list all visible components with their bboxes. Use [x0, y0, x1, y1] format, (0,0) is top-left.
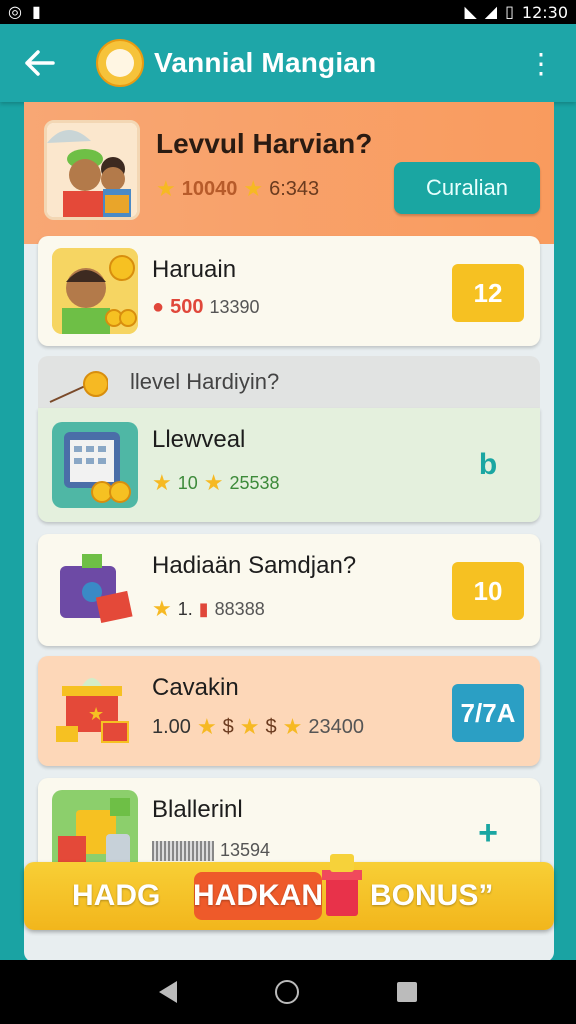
status-time: 12:30	[521, 2, 568, 22]
item-stat-2: 88388	[214, 598, 265, 619]
bonus-banner[interactable]: HADG HADKAN BONUS”	[24, 854, 554, 930]
nav-back-icon[interactable]	[159, 981, 177, 1003]
list-item[interactable]: Haruain ● 500 13390 12	[38, 236, 540, 346]
system-nav-bar	[0, 960, 576, 1024]
star-icon: ★	[156, 176, 176, 201]
item-title: Haruain	[152, 256, 237, 283]
item-badge-button[interactable]: 10	[452, 562, 524, 620]
banner-text-center: HADKAN	[193, 872, 323, 920]
item-stat-2: 25538	[229, 472, 280, 493]
list-item[interactable]: ★ Cavakin 1.00 ★ $ ★ $ ★ 23400 7/7A	[38, 656, 540, 766]
item-stats: ★ 10 ★ 25538	[152, 470, 280, 496]
item-icon: ★	[52, 666, 138, 752]
star-icon: ★	[239, 714, 260, 739]
section-header: llevel Hardiyin?	[38, 356, 540, 408]
list-item[interactable]: Hadiaän Samdjan? ★ 1. ▮ 88388 10	[38, 534, 540, 646]
star-icon: ★	[243, 176, 264, 201]
overflow-menu-button[interactable]: ⋮	[526, 47, 556, 80]
item-stat-1: 1.	[177, 598, 193, 619]
main-card: Levvul Harvian? ★ 10040 ★ 6:343 Curalian…	[24, 102, 554, 962]
star-icon: ★	[282, 714, 303, 739]
section-title: llevel Hardiyin?	[130, 369, 280, 394]
dollar-icon: $	[265, 715, 277, 738]
item-stats: 13594	[152, 840, 270, 861]
item-stats: ● 500 13390	[152, 296, 260, 319]
item-stat-2: 23400	[308, 715, 365, 738]
battery-icon: ▯	[505, 4, 514, 21]
bill-icon: ▮	[198, 598, 209, 619]
banner-text-right: BONUS”	[370, 879, 494, 912]
hero-stat-2: 6:343	[269, 177, 320, 200]
star-icon: ★	[203, 470, 224, 495]
hero-avatar	[44, 120, 140, 220]
hero-stats: ★ 10040 ★ 6:343	[156, 176, 319, 202]
add-button[interactable]: +	[452, 804, 524, 862]
signal-icon: ◢	[484, 4, 498, 21]
item-stat-1: 10	[177, 472, 198, 493]
nav-home-icon[interactable]	[275, 980, 299, 1004]
star-icon: ★	[152, 596, 172, 621]
arrow-left-icon	[25, 50, 55, 76]
banner-text-left: HADG	[72, 879, 161, 912]
nfc-icon: ◎	[8, 4, 22, 21]
lantern-icon	[49, 371, 108, 403]
list-item[interactable]: Llewveal ★ 10 ★ 25538 b	[38, 408, 540, 522]
barcode-icon	[152, 840, 214, 861]
hero-stat-1: 10040	[181, 177, 238, 200]
item-stat-1: 1.00	[152, 715, 191, 738]
item-icon	[52, 422, 138, 508]
item-badge-button[interactable]: 7/7A	[452, 684, 524, 742]
sim-icon: ▮	[31, 4, 41, 21]
back-button[interactable]	[20, 43, 60, 83]
hero-card: Levvul Harvian? ★ 10040 ★ 6:343 Curalian	[24, 102, 554, 244]
gift-icon	[322, 854, 362, 916]
hero-title: Levvul Harvian?	[156, 128, 373, 159]
status-bar: ◎ ▮ ◣ ◢ ▯ 12:30	[0, 0, 576, 24]
item-icon	[52, 546, 138, 632]
item-title: Llewveal	[152, 426, 246, 453]
nav-recent-icon[interactable]	[397, 982, 417, 1002]
item-icon	[52, 248, 138, 334]
item-title: Blallerinl	[152, 796, 243, 823]
star-icon: ★	[152, 470, 172, 495]
item-stat-2: 13390	[209, 297, 260, 317]
item-stat-1: 500	[170, 296, 204, 318]
item-title: Hadiaän Samdjan?	[152, 552, 357, 579]
item-badge-button[interactable]: 12	[452, 264, 524, 322]
dollar-icon: $	[222, 715, 234, 738]
svg-text:★: ★	[88, 704, 104, 724]
item-badge-button[interactable]: b	[452, 436, 524, 494]
app-bar: Vannial Mangian ⋮	[0, 24, 576, 102]
hero-action-button[interactable]: Curalian	[394, 162, 540, 214]
item-stats: ★ 1. ▮ 88388	[152, 596, 265, 622]
star-icon: ★	[196, 714, 217, 739]
app-title: Vannial Mangian	[154, 47, 377, 78]
item-stat-2: 13594	[220, 840, 271, 860]
wifi-icon: ◣	[464, 4, 477, 21]
item-title: Cavakin	[152, 674, 239, 701]
item-stats: 1.00 ★ $ ★ $ ★ 23400	[152, 714, 364, 740]
app-logo	[96, 39, 144, 87]
coin-icon: ●	[152, 296, 165, 318]
